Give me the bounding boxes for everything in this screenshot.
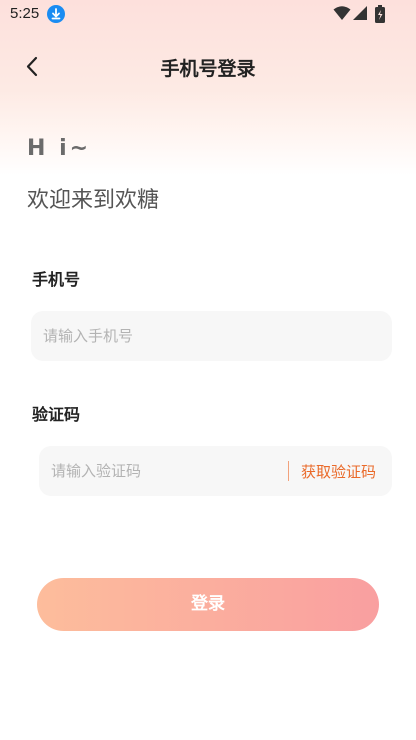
battery-icon xyxy=(374,5,386,27)
code-input[interactable] xyxy=(51,446,281,496)
login-screen: 5:25 手机号登录 H i~ 欢迎来到欢糖 手机号 请输入手机号 验证码 请输… xyxy=(0,0,416,740)
status-time: 5:25 xyxy=(10,5,40,22)
login-button[interactable]: 登录 xyxy=(37,578,379,631)
wifi-icon xyxy=(333,5,351,25)
cell-signal-icon xyxy=(352,5,368,25)
code-field: 获取验证码 xyxy=(39,446,392,496)
page-title: 手机号登录 xyxy=(160,58,256,80)
phone-field xyxy=(31,311,392,361)
get-code-button[interactable]: 获取验证码 xyxy=(301,461,376,482)
field-divider xyxy=(288,461,289,481)
status-bar: 5:25 xyxy=(0,0,416,30)
code-label: 验证码 xyxy=(32,405,81,424)
welcome-text: 欢迎来到欢糖 xyxy=(27,188,160,213)
download-badge-icon xyxy=(47,5,65,23)
header: 手机号登录 xyxy=(0,44,416,88)
phone-input[interactable] xyxy=(43,311,343,361)
phone-label: 手机号 xyxy=(32,270,81,289)
greeting-hi: H i~ xyxy=(27,136,92,161)
